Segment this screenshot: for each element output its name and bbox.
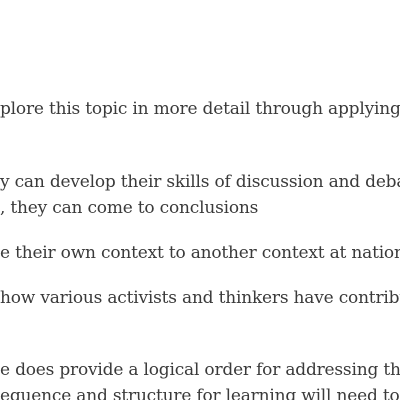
document-body: plore this topic in more detail through …: [0, 0, 400, 400]
paragraph-line: e their own context to another context a…: [0, 243, 400, 263]
paragraph-line: equence and structure for learning will …: [0, 386, 400, 400]
paragraph-line: e does provide a logical order for addre…: [0, 360, 400, 380]
paragraph-line: y can develop their skills of discussion…: [0, 172, 400, 192]
document-viewport: plore this topic in more detail through …: [0, 0, 400, 400]
paragraph-line: how various activists and thinkers have …: [0, 288, 400, 308]
paragraph-line: , they can come to conclusions: [0, 198, 259, 218]
paragraph-line: plore this topic in more detail through …: [0, 99, 400, 119]
